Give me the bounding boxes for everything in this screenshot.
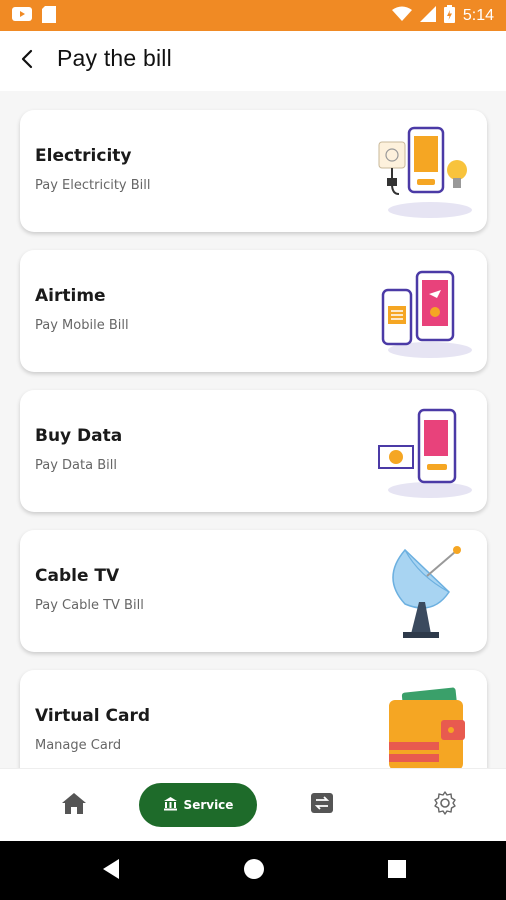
sd-card-icon [42, 6, 56, 27]
card-subtitle: Pay Data Bill [35, 458, 117, 473]
transfer-icon [310, 792, 334, 818]
battery-icon [443, 5, 455, 27]
status-bar: 5:14 [0, 0, 506, 31]
electricity-illustration [375, 122, 475, 222]
card-subtitle: Pay Electricity Bill [35, 178, 151, 193]
page-title: Pay the bill [57, 45, 172, 71]
card-subtitle: Pay Mobile Bill [35, 318, 129, 333]
card-title: Virtual Card [35, 706, 151, 726]
system-home-button[interactable] [241, 858, 267, 884]
bottom-navigation: Service [0, 768, 506, 841]
wallet-illustration [375, 682, 475, 768]
nav-home[interactable] [52, 783, 96, 827]
card-title: Cable TV [35, 566, 120, 586]
nav-transfer[interactable] [300, 783, 344, 827]
nav-service[interactable]: Service [139, 783, 257, 827]
app-bar: Pay the bill [0, 31, 506, 91]
triangle-back-icon [101, 858, 121, 884]
home-icon [61, 791, 87, 819]
signal-icon [419, 6, 436, 26]
card-title: Airtime [35, 286, 106, 306]
nav-settings[interactable] [423, 783, 467, 827]
system-recents-button[interactable] [384, 858, 410, 884]
data-illustration [375, 402, 475, 502]
card-title: Electricity [35, 146, 132, 166]
youtube-icon [12, 6, 32, 27]
airtime-illustration [375, 262, 475, 362]
square-recents-icon [387, 859, 407, 883]
back-button[interactable] [12, 46, 42, 76]
service-card-electricity[interactable]: Electricity Pay Electricity Bill [20, 110, 487, 232]
gear-icon [432, 790, 458, 820]
service-card-cable-tv[interactable]: Cable TV Pay Cable TV Bill [20, 530, 487, 652]
wifi-icon [391, 6, 412, 26]
status-time: 5:14 [462, 7, 494, 24]
bank-icon [163, 796, 178, 815]
service-card-virtual-card[interactable]: Virtual Card Manage Card [20, 670, 487, 768]
card-subtitle: Pay Cable TV Bill [35, 598, 144, 613]
service-card-buy-data[interactable]: Buy Data Pay Data Bill [20, 390, 487, 512]
service-card-airtime[interactable]: Airtime Pay Mobile Bill [20, 250, 487, 372]
system-back-button[interactable] [98, 858, 124, 884]
card-subtitle: Manage Card [35, 738, 122, 753]
service-list[interactable]: Electricity Pay Electricity Bill Airtime… [0, 91, 506, 768]
circle-home-icon [243, 858, 265, 884]
system-navigation-bar [0, 841, 506, 900]
satellite-dish-illustration [375, 542, 475, 642]
nav-service-label: Service [183, 798, 234, 812]
card-title: Buy Data [35, 426, 123, 446]
back-arrow-icon [20, 49, 34, 73]
